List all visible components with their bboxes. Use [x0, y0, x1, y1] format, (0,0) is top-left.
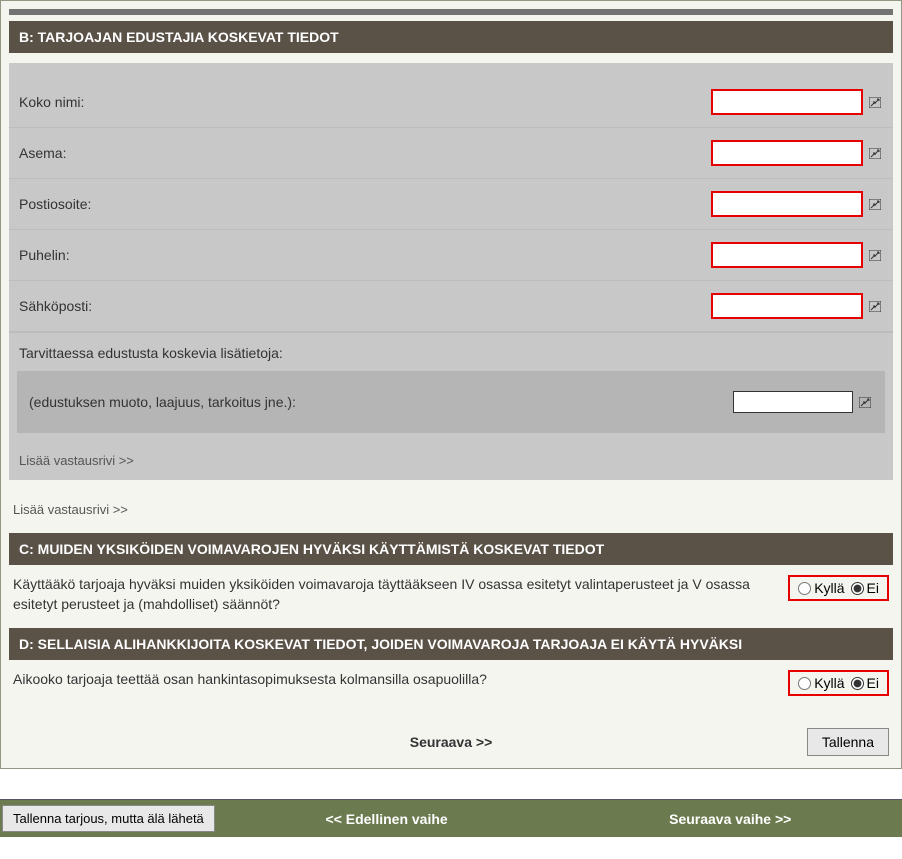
expand-icon[interactable]	[857, 395, 873, 409]
radio-d-yes-label[interactable]: Kyllä	[798, 675, 844, 691]
label-name: Koko nimi:	[19, 94, 711, 110]
add-row-outer[interactable]: Lisää vastausrivi >>	[9, 490, 893, 529]
form-container: B: TARJOAJAN EDUSTAJIA KOSKEVAT TIEDOT K…	[0, 0, 902, 769]
input-name[interactable]	[711, 89, 863, 115]
input-phone[interactable]	[711, 242, 863, 268]
prev-step-link[interactable]: << Edellinen vaihe	[215, 811, 559, 827]
label-detail: (edustuksen muoto, laajuus, tarkoitus jn…	[29, 394, 733, 410]
radio-group-c: Kyllä Ei	[788, 575, 889, 601]
section-b-header: B: TARJOAJAN EDUSTAJIA KOSKEVAT TIEDOT	[9, 21, 893, 53]
subhead-extra: Tarvittaessa edustusta koskevia lisätiet…	[9, 332, 893, 369]
radio-d-yes[interactable]	[798, 677, 811, 690]
section-b-panel: Koko nimi: Asema: Postiosoite:	[9, 63, 893, 480]
label-position: Asema:	[19, 145, 711, 161]
next-step-link[interactable]: Seuraava vaihe >>	[558, 811, 902, 827]
row-phone: Puhelin:	[9, 230, 893, 281]
question-d: Aikooko tarjoaja teettää osan hankintaso…	[9, 660, 893, 706]
row-postal: Postiosoite:	[9, 179, 893, 230]
row-detail: (edustuksen muoto, laajuus, tarkoitus jn…	[17, 371, 885, 433]
footer-bar: Tallenna tarjous, mutta älä lähetä << Ed…	[0, 799, 902, 837]
expand-icon[interactable]	[867, 95, 883, 109]
radio-group-d: Kyllä Ei	[788, 670, 889, 696]
input-position[interactable]	[711, 140, 863, 166]
row-email: Sähköposti:	[9, 281, 893, 332]
radio-c-yes-label[interactable]: Kyllä	[798, 580, 844, 596]
expand-icon[interactable]	[867, 248, 883, 262]
row-position: Asema:	[9, 128, 893, 179]
divider	[9, 9, 893, 15]
next-link[interactable]: Seuraava >>	[410, 734, 493, 750]
bottom-row: Seuraava >> Tallenna	[9, 724, 893, 760]
radio-c-no-label[interactable]: Ei	[851, 580, 879, 596]
expand-icon[interactable]	[867, 146, 883, 160]
add-row-inner[interactable]: Lisää vastausrivi >>	[9, 441, 893, 480]
save-button[interactable]: Tallenna	[807, 728, 889, 756]
radio-d-no[interactable]	[851, 677, 864, 690]
input-email[interactable]	[711, 293, 863, 319]
input-detail[interactable]	[733, 391, 853, 413]
question-c-text: Käyttääkö tarjoaja hyväksi muiden yksikö…	[13, 575, 776, 614]
question-c: Käyttääkö tarjoaja hyväksi muiden yksikö…	[9, 565, 893, 624]
radio-c-no[interactable]	[851, 582, 864, 595]
expand-icon[interactable]	[867, 299, 883, 313]
section-d-header: D: SELLAISIA ALIHANKKIJOITA KOSKEVAT TIE…	[9, 628, 893, 660]
inner-panel: (edustuksen muoto, laajuus, tarkoitus jn…	[17, 371, 885, 433]
question-d-text: Aikooko tarjoaja teettää osan hankintaso…	[13, 670, 776, 690]
expand-icon[interactable]	[867, 197, 883, 211]
label-email: Sähköposti:	[19, 298, 711, 314]
radio-c-yes[interactable]	[798, 582, 811, 595]
row-name: Koko nimi:	[9, 77, 893, 128]
section-c-header: C: MUIDEN YKSIKÖIDEN VOIMAVAROJEN HYVÄKS…	[9, 533, 893, 565]
save-no-send-button[interactable]: Tallenna tarjous, mutta älä lähetä	[2, 805, 215, 832]
label-postal: Postiosoite:	[19, 196, 711, 212]
label-phone: Puhelin:	[19, 247, 711, 263]
input-postal[interactable]	[711, 191, 863, 217]
radio-d-no-label[interactable]: Ei	[851, 675, 879, 691]
